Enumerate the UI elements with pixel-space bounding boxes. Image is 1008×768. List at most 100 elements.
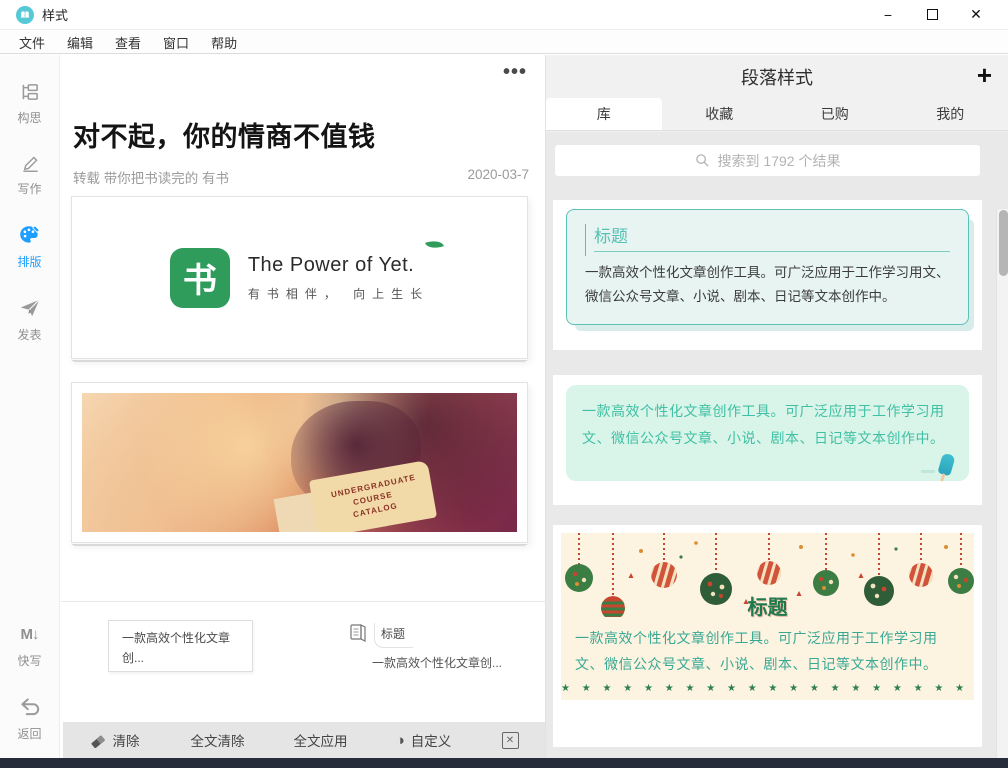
paper-plane-icon xyxy=(18,296,42,320)
teal-vertical-rule xyxy=(585,224,586,256)
article-date: 2020-03-7 xyxy=(467,167,529,187)
style-body-text: 一款高效个性化文章创作工具。可广泛应用于工作学习用文、微信公众号文章、小说、剧本… xyxy=(582,398,953,451)
tab-mine[interactable]: 我的 xyxy=(893,98,1008,130)
sidebar-item-typeset[interactable]: 排版 xyxy=(0,223,59,270)
left-sidebar: 构思 写作 排版 发表 xyxy=(0,55,60,758)
sidebar-item-label: 发表 xyxy=(17,326,41,343)
clear-all-button[interactable]: 全文清除 xyxy=(166,730,269,750)
style-body-text: 一款高效个性化文章创作工具。可广泛应用于工作学习用文、微信公众号文章、小说、剧本… xyxy=(585,261,950,310)
format-toolbar: 清除 全文清除 全文应用 ◑ 自定义 ✕ xyxy=(63,722,545,758)
sidebar-item-label: 快写 xyxy=(17,652,41,669)
panel-scrollbar-thumb[interactable] xyxy=(999,210,1008,276)
section-divider xyxy=(61,601,545,602)
close-button[interactable]: ✕ xyxy=(954,1,998,29)
maximize-icon xyxy=(927,9,938,20)
book-glyph-icon xyxy=(19,9,31,21)
more-options-icon[interactable]: ••• xyxy=(503,61,527,84)
leaf-icon xyxy=(425,237,444,251)
clear-all-label: 全文清除 xyxy=(191,730,245,750)
sidebar-item-label: 写作 xyxy=(17,180,41,197)
sidebar-item-label: 构思 xyxy=(17,109,41,126)
star-divider: ★ ★ ★ ★ ★ ★ ★ ★ ★ ★ ★ ★ ★ ★ ★ ★ ★ ★ ★ ★ … xyxy=(561,683,974,694)
sidebar-item-publish[interactable]: 发表 xyxy=(0,296,59,343)
close-panel-button[interactable]: ✕ xyxy=(475,732,545,749)
eraser-icon xyxy=(90,733,107,748)
sidebar-item-back[interactable]: 返回 xyxy=(0,695,59,742)
menu-bar: 文件 编辑 查看 窗口 帮助 xyxy=(0,31,1008,54)
app-logo-icon xyxy=(16,6,34,24)
sidebar-item-write[interactable]: 写作 xyxy=(0,152,59,197)
menu-edit[interactable]: 编辑 xyxy=(56,33,104,52)
brand-tagline-en: The Power of Yet. xyxy=(248,254,429,277)
panel-header: 段落样式 + xyxy=(546,55,1008,98)
article-title: 对不起，你的情商不值钱 xyxy=(73,115,513,154)
sidebar-item-outline[interactable]: 构思 xyxy=(0,81,59,126)
pencil-icon xyxy=(19,152,41,174)
mint-style-preview: 一款高效个性化文章创作工具。可广泛应用于工作学习用文、微信公众号文章、小说、剧本… xyxy=(566,385,969,481)
panel-title: 段落样式 xyxy=(741,64,813,90)
search-result-text: 搜索到 1792 个结果 xyxy=(718,151,841,171)
sidebar-item-label: 返回 xyxy=(17,725,41,742)
teal-style-preview: 标题 一款高效个性化文章创作工具。可广泛应用于工作学习用文、微信公众号文章、小说… xyxy=(566,209,969,325)
style-list: 搜索到 1792 个结果 标题 一款高效个性化文章创作工具。可广泛应用于工作学习… xyxy=(546,132,1008,758)
clear-label: 清除 xyxy=(113,730,140,750)
palette-icon xyxy=(18,223,42,247)
quickwrite-md-icon: M↓ xyxy=(21,624,39,646)
preview-title-text: 标题 xyxy=(381,627,405,641)
clear-button[interactable]: 清除 xyxy=(63,730,166,750)
preview-title-row: 标题 xyxy=(350,623,525,648)
popsicle-sparkle xyxy=(921,470,935,473)
youshu-logo-icon: 书 xyxy=(170,248,230,308)
tab-purchased[interactable]: 已购 xyxy=(777,98,893,130)
apply-all-label: 全文应用 xyxy=(294,730,348,750)
bottom-dark-strip xyxy=(0,758,1008,768)
article-byline: 转载 带你把书读完的 有书 xyxy=(73,167,229,187)
paragraph-style-panel: 段落样式 + 库 收藏 已购 我的 搜索到 1792 个结果 xyxy=(545,55,1008,758)
search-icon xyxy=(695,153,710,168)
outline-tree-icon xyxy=(19,81,41,103)
christmas-style-preview: 标题 一款高效个性化文章创作工具。可广泛应用于工作学习用文、微信公众号文章、小说… xyxy=(561,533,974,700)
tab-library[interactable]: 库 xyxy=(546,98,662,130)
window-controls: − ✕ xyxy=(866,1,998,29)
title-bar: 样式 − ✕ xyxy=(0,0,1008,30)
style-title-text: 标题 xyxy=(594,227,628,246)
style-preview-titled[interactable]: 标题 一款高效个性化文章创... xyxy=(350,623,525,671)
close-box-icon: ✕ xyxy=(502,732,519,749)
customize-label: 自定义 xyxy=(411,730,452,750)
app-window: 样式 − ✕ 文件 编辑 查看 窗口 帮助 构思 xyxy=(0,0,1008,768)
sidebar-item-label: 排版 xyxy=(17,253,41,270)
article-meta: 转载 带你把书读完的 有书 2020-03-7 xyxy=(73,167,529,187)
menu-window[interactable]: 窗口 xyxy=(152,33,200,52)
menu-view[interactable]: 查看 xyxy=(104,33,152,52)
brand-logo-card[interactable]: 书 The Power of Yet. 有书相伴， 向上生长 xyxy=(71,196,528,359)
style-card-mint-quote[interactable]: 一款高效个性化文章创作工具。可广泛应用于工作学习用文、微信公众号文章、小说、剧本… xyxy=(553,375,982,505)
photo-book-caption: UNDERGRADUATE COURSE CATALOG xyxy=(330,473,416,525)
customize-button[interactable]: ◑ 自定义 xyxy=(372,730,475,750)
tab-favorites[interactable]: 收藏 xyxy=(662,98,778,130)
photo-card[interactable]: UNDERGRADUATE COURSE CATALOG xyxy=(71,382,528,543)
window-title: 样式 xyxy=(42,5,68,24)
minimize-button[interactable]: − xyxy=(866,1,910,29)
preview-body-text: 一款高效个性化文章创... xyxy=(372,654,525,671)
toggle-icon: ◑ xyxy=(396,732,405,749)
page-book-icon xyxy=(350,623,367,642)
style-card-christmas[interactable]: 标题 一款高效个性化文章创作工具。可广泛应用于工作学习用文、微信公众号文章、小说… xyxy=(553,525,982,747)
panel-scrollbar[interactable] xyxy=(996,209,1008,768)
style-title-text: 标题 xyxy=(561,591,974,620)
preview-title-callout: 标题 xyxy=(374,623,413,648)
maximize-button[interactable] xyxy=(910,1,954,29)
return-arrow-icon xyxy=(18,695,42,719)
menu-file[interactable]: 文件 xyxy=(8,33,56,52)
article-photo: UNDERGRADUATE COURSE CATALOG xyxy=(82,393,517,532)
brand-taglines: The Power of Yet. 有书相伴， 向上生长 xyxy=(248,254,429,302)
style-card-teal-heading[interactable]: 标题 一款高效个性化文章创作工具。可广泛应用于工作学习用文、微信公众号文章、小说… xyxy=(553,200,982,350)
apply-all-button[interactable]: 全文应用 xyxy=(269,730,372,750)
style-preview-plain[interactable]: 一款高效个性化文章创... xyxy=(108,620,253,672)
editor-area: ••• 对不起，你的情商不值钱 转载 带你把书读完的 有书 2020-03-7 … xyxy=(61,55,545,758)
sidebar-item-quickwrite[interactable]: M↓ 快写 xyxy=(0,624,59,669)
teal-horizontal-rule xyxy=(594,251,950,252)
menu-help[interactable]: 帮助 xyxy=(200,33,248,52)
brand-tagline-cn: 有书相伴， 向上生长 xyxy=(248,285,429,302)
style-search-input[interactable]: 搜索到 1792 个结果 xyxy=(555,145,980,176)
add-style-button[interactable]: + xyxy=(977,59,992,91)
